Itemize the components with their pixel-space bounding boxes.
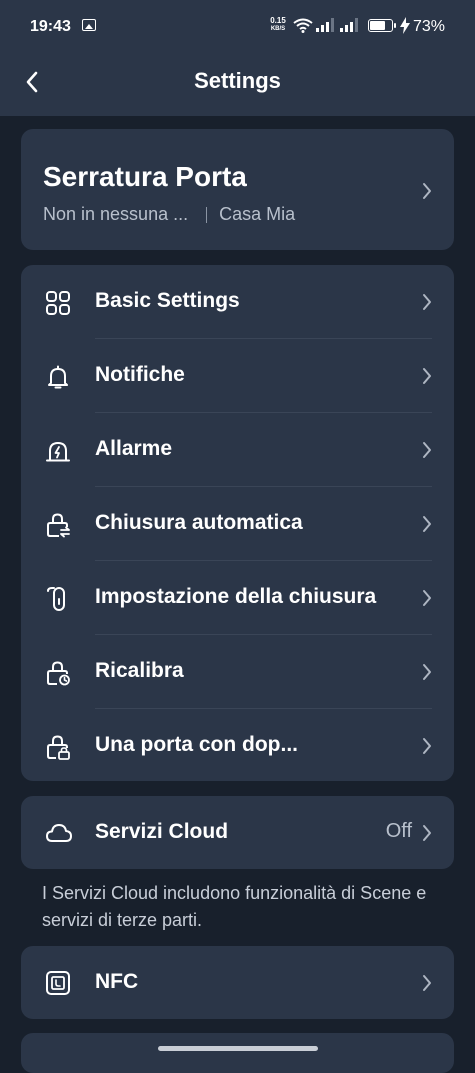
bell-icon bbox=[48, 365, 68, 389]
menu-item-label: Ricalibra bbox=[95, 659, 184, 682]
nfc-icon bbox=[46, 971, 70, 995]
menu-item-label: Allarme bbox=[95, 437, 173, 460]
network-speed-unit: KB/S bbox=[270, 26, 286, 32]
device-home: Casa Mia bbox=[219, 204, 296, 224]
door-handle-icon bbox=[47, 587, 65, 611]
device-room: Non in nessuna ... bbox=[43, 204, 189, 224]
chevron-right-icon bbox=[423, 294, 431, 310]
menu-item-label: Chiusura automatica bbox=[95, 511, 303, 534]
chevron-right-icon bbox=[423, 442, 431, 458]
device-name: Serratura Porta bbox=[43, 161, 247, 192]
image-notification-icon bbox=[82, 19, 96, 31]
device-card[interactable]: Serratura Porta Non in nessuna ... Casa … bbox=[21, 129, 454, 250]
chevron-right-icon bbox=[423, 590, 431, 606]
page-title: Settings bbox=[194, 68, 281, 93]
signal-icon bbox=[316, 18, 334, 32]
chevron-right-icon bbox=[423, 738, 431, 754]
nfc-label: NFC bbox=[95, 970, 139, 993]
menu-item-chiusura-automatica[interactable]: Chiusura automatica bbox=[21, 487, 454, 561]
menu-item-label: Basic Settings bbox=[95, 289, 240, 312]
menu-item-notifiche[interactable]: Notifiche bbox=[21, 339, 454, 413]
settings-menu: Basic Settings Notifiche Allarme Chiusur… bbox=[21, 265, 454, 781]
double-lock-icon bbox=[47, 735, 70, 760]
grid-icon bbox=[46, 291, 70, 315]
chevron-right-icon bbox=[423, 664, 431, 680]
chevron-right-icon bbox=[423, 516, 431, 532]
menu-item-label: Notifiche bbox=[95, 363, 185, 386]
chevron-right-icon bbox=[423, 183, 431, 199]
chevron-right-icon bbox=[423, 975, 431, 991]
chevron-right-icon bbox=[423, 825, 431, 841]
menu-item-impostazione-chiusura[interactable]: Impostazione della chiusura bbox=[21, 561, 454, 635]
menu-item-label: Una porta con dop... bbox=[95, 733, 298, 756]
cloud-services-label: Servizi Cloud bbox=[95, 820, 229, 843]
network-speed-value: 0.15 bbox=[270, 16, 286, 25]
recalibrate-lock-icon bbox=[47, 661, 70, 686]
app-bar: Settings bbox=[0, 52, 475, 116]
menu-item-double-lock[interactable]: Una porta con dop... bbox=[21, 709, 454, 783]
cloud-services-description: I Servizi Cloud includono funzionalità d… bbox=[42, 883, 427, 930]
menu-item-basic-settings[interactable]: Basic Settings bbox=[21, 265, 454, 339]
status-bar: 19:43 0.15 KB/S 73% bbox=[0, 0, 475, 52]
cloud-icon bbox=[46, 824, 72, 842]
battery-icon bbox=[368, 19, 396, 32]
cloud-services-row[interactable]: Servizi Cloud Off bbox=[21, 796, 454, 869]
nfc-row[interactable]: NFC bbox=[21, 946, 454, 1019]
auto-lock-icon bbox=[47, 513, 70, 538]
home-indicator[interactable] bbox=[158, 1046, 318, 1051]
status-time: 19:43 bbox=[30, 18, 71, 35]
cloud-services-value: Off bbox=[385, 820, 412, 842]
menu-item-allarme[interactable]: Allarme bbox=[21, 413, 454, 487]
charging-bolt-icon bbox=[400, 17, 410, 34]
location-separator bbox=[206, 206, 208, 223]
alarm-icon bbox=[46, 441, 70, 462]
battery-percent: 73% bbox=[413, 18, 446, 35]
signal-icon bbox=[340, 18, 358, 32]
next-settings-card bbox=[21, 1033, 454, 1073]
network-speed: 0.15 KB/S bbox=[267, 17, 289, 33]
chevron-right-icon bbox=[423, 368, 431, 384]
device-location: Non in nessuna ... Casa Mia bbox=[43, 204, 295, 225]
menu-item-ricalibra[interactable]: Ricalibra bbox=[21, 635, 454, 709]
menu-item-label: Impostazione della chiusura bbox=[95, 585, 377, 608]
wifi-icon bbox=[293, 18, 313, 33]
